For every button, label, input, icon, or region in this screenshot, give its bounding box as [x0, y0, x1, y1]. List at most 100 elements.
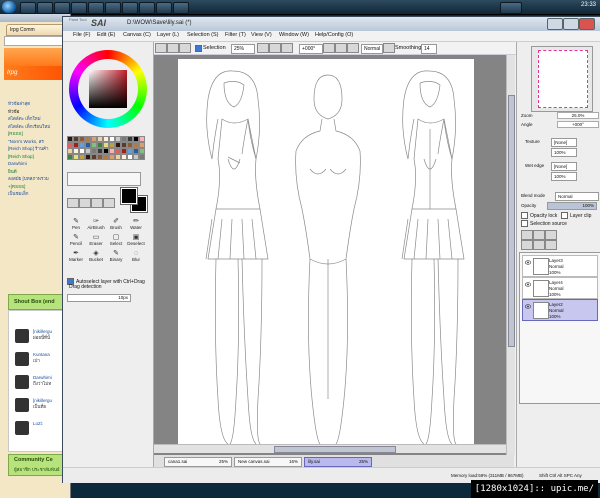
color-wheel[interactable]: [69, 50, 147, 128]
menu-item[interactable]: Window (W): [279, 32, 309, 38]
taskbar-app-button[interactable]: [122, 2, 138, 14]
rotate-left-icon[interactable]: [323, 43, 335, 53]
menu-item[interactable]: Canvas (C): [123, 32, 151, 38]
thread-link[interactable]: [RSSS]: [8, 130, 70, 138]
lasso-tool-icon[interactable]: [167, 43, 179, 53]
taskbar-app-button[interactable]: [71, 2, 87, 14]
menu-item[interactable]: Selection (S): [187, 32, 219, 38]
selection-tool-icon[interactable]: [67, 198, 79, 208]
thread-link[interactable]: +[RSSS]: [8, 183, 70, 191]
thread-link[interactable]: ยินดี: [8, 168, 70, 176]
opacity-slider[interactable]: 100%: [547, 202, 597, 210]
vertical-scroll-thumb[interactable]: [508, 95, 515, 347]
color-swatch[interactable]: [139, 154, 145, 160]
tray-icon-group[interactable]: [500, 2, 522, 14]
taskbar-app-button[interactable]: [139, 2, 155, 14]
rotation-field[interactable]: +000°: [299, 44, 323, 54]
eye-icon[interactable]: [525, 282, 531, 287]
canvas-paper[interactable]: [178, 59, 474, 449]
opacity-lock-checkbox[interactable]: [521, 212, 528, 219]
taskbar-app-button[interactable]: [20, 2, 36, 14]
taskbar-app-button[interactable]: [54, 2, 70, 14]
close-button[interactable]: [579, 18, 595, 30]
flip-icon[interactable]: [347, 43, 359, 53]
taskbar-app-button[interactable]: [88, 2, 104, 14]
thread-link[interactable]: [Reich Shop] ร้านค้า: [8, 145, 70, 153]
avatar[interactable]: [15, 375, 29, 389]
layer-clip-option[interactable]: Layer clip: [561, 212, 591, 219]
tool-button[interactable]: ◈ Bucket: [87, 250, 105, 264]
color-swatches[interactable]: [67, 136, 147, 170]
rotate-right-icon[interactable]: [335, 43, 347, 53]
tool-button[interactable]: ✐ Brush: [107, 218, 125, 232]
saturation-value-square[interactable]: [89, 70, 127, 108]
tool-button[interactable]: ✏ Water: [127, 218, 145, 232]
avatar[interactable]: [15, 352, 29, 366]
new-layer-icon[interactable]: [521, 230, 533, 240]
tool-button[interactable]: ✑ AirBrush: [87, 218, 105, 232]
drag-detection-slider[interactable]: 10px: [67, 294, 131, 302]
menu-item[interactable]: View (V): [251, 32, 272, 38]
smoothing-field[interactable]: 14: [421, 44, 437, 54]
minimize-button[interactable]: [547, 18, 563, 30]
shout-author[interactable]: LoZi:: [33, 421, 43, 427]
selection-tool-icon[interactable]: [103, 198, 115, 208]
document-tab[interactable]: cana1.sai 25%: [164, 457, 232, 467]
address-bar[interactable]: [4, 36, 70, 46]
menu-item[interactable]: File (F): [73, 32, 90, 38]
selection-source-checkbox[interactable]: [521, 220, 528, 227]
blend-mode-select[interactable]: Normal: [361, 44, 383, 54]
menu-item[interactable]: Filter (T): [225, 32, 246, 38]
thread-link[interactable]: Darwhimi: [8, 160, 70, 168]
texture-scale[interactable]: 100%: [551, 148, 577, 157]
selection-source-option[interactable]: Selection source: [521, 220, 567, 227]
tool-button[interactable]: ▢ Select: [107, 234, 125, 248]
tool-button[interactable]: ◌ Blur: [127, 250, 145, 264]
eye-icon[interactable]: [525, 260, 531, 265]
tool-button[interactable]: ▣ Deselect: [127, 234, 145, 248]
thread-link[interactable]: หัวข้อ: [8, 108, 70, 116]
taskbar-app-button[interactable]: [105, 2, 121, 14]
avatar[interactable]: [15, 398, 29, 412]
menu-item[interactable]: Help/Config (O): [315, 32, 353, 38]
layer-row[interactable]: Layer4 Normal 100%: [522, 277, 598, 299]
taskbar-app-button[interactable]: [173, 2, 189, 14]
reset-zoom-icon[interactable]: [281, 43, 293, 53]
navigator-angle-value[interactable]: +000°: [557, 121, 599, 128]
horizontal-scroll-thumb[interactable]: [274, 446, 396, 453]
eye-icon[interactable]: [525, 304, 531, 309]
new-folder-icon[interactable]: [545, 230, 557, 240]
wetedge-percent[interactable]: 100%: [551, 172, 577, 181]
selection-checkbox[interactable]: [195, 45, 202, 52]
opacity-lock-option[interactable]: Opacity lock: [521, 212, 557, 219]
selection-tool-icon[interactable]: [91, 198, 103, 208]
thread-link[interactable]: สไตล์ตะ เด็กเรียนใหม่: [8, 123, 70, 131]
horizontal-scrollbar[interactable]: [154, 444, 506, 453]
zoom-in-icon[interactable]: [269, 43, 281, 53]
canvas-area[interactable]: [154, 55, 506, 455]
thread-link[interactable]: สไตล์ตะ เด็กใหม่: [8, 115, 70, 123]
start-button[interactable]: [2, 1, 16, 13]
tool-button[interactable]: ✎ Pen: [67, 218, 85, 232]
foreground-color-box[interactable]: [120, 187, 138, 205]
delete-layer-icon[interactable]: [545, 240, 557, 250]
wetedge-select[interactable]: [None]: [551, 162, 577, 171]
document-tab[interactable]: New canvas.sai 16%: [234, 457, 302, 467]
avatar[interactable]: [15, 329, 29, 343]
layer-row[interactable]: Layer2 Normal 100%: [522, 299, 598, 321]
tool-button[interactable]: ▭ Eraser: [87, 234, 105, 248]
merge-down-icon[interactable]: [521, 240, 533, 250]
tool-button[interactable]: ✎ Pencil: [67, 234, 85, 248]
scratchpad[interactable]: [67, 172, 141, 186]
zoom-out-icon[interactable]: [257, 43, 269, 53]
layer-clip-checkbox[interactable]: [561, 212, 568, 219]
select-tool-icon[interactable]: [155, 43, 167, 53]
zoom-field[interactable]: 25%: [231, 44, 255, 54]
menu-item[interactable]: Edit (E): [97, 32, 115, 38]
maximize-button[interactable]: [563, 18, 579, 30]
document-tab[interactable]: lily.sai 25%: [304, 457, 372, 467]
tool-button[interactable]: ✎ Binary: [107, 250, 125, 264]
tool-button[interactable]: ✒ Marker: [67, 250, 85, 264]
navigator-zoom-value[interactable]: 25.0%: [557, 112, 599, 119]
stabilizer-icon[interactable]: [383, 43, 395, 53]
